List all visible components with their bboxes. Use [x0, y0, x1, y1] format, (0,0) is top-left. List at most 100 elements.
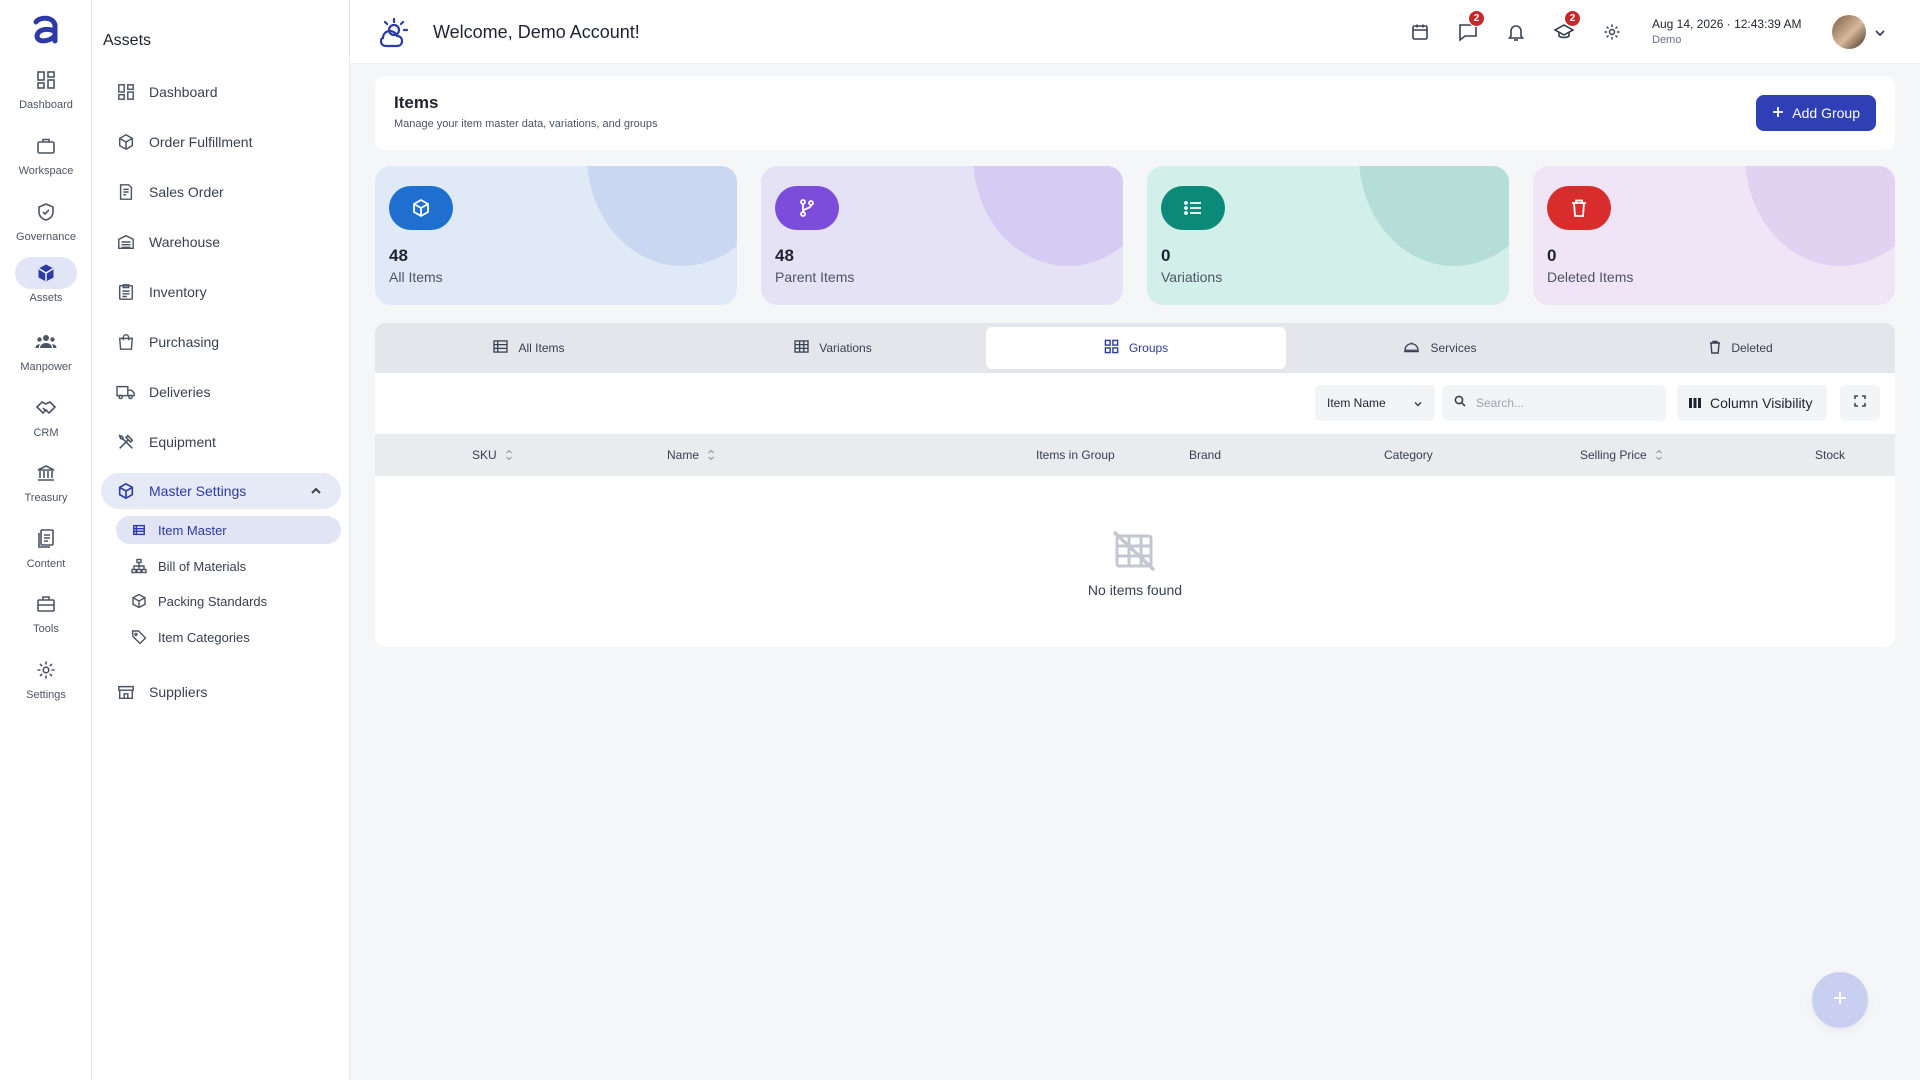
sidebar-item-deliveries[interactable]: Deliveries: [101, 374, 341, 410]
fullscreen-button[interactable]: [1840, 385, 1880, 421]
rail-item-treasury[interactable]: Treasury: [0, 457, 92, 504]
briefcase-icon: [15, 130, 77, 162]
page-title: Items: [394, 93, 439, 112]
stat-card-parent-items[interactable]: 48 Parent Items: [761, 166, 1123, 305]
sidebar-item-inventory[interactable]: Inventory: [101, 274, 341, 310]
app-logo[interactable]: [26, 10, 66, 50]
gear-icon: [15, 654, 77, 686]
floating-add-button[interactable]: [1812, 972, 1868, 1028]
messages-button[interactable]: 2: [1456, 10, 1485, 44]
tab-all-items[interactable]: All Items: [379, 327, 679, 369]
sidebar-item-order-fulfillment[interactable]: Order Fulfillment: [101, 124, 341, 160]
page-subtitle: Manage your item master data, variations…: [394, 118, 658, 130]
sidebar-item-equipment[interactable]: Equipment: [101, 424, 341, 460]
rail-item-dashboard[interactable]: Dashboard: [0, 64, 92, 111]
notifications-bell-icon[interactable]: [1504, 20, 1528, 44]
add-group-button[interactable]: Add Group: [1756, 95, 1876, 131]
sidebar-item-purchasing[interactable]: Purchasing: [101, 324, 341, 360]
sort-icon[interactable]: [1655, 448, 1663, 462]
sidebar-subitem-packing-standards[interactable]: Packing Standards: [116, 587, 341, 615]
column-header-name[interactable]: Name: [667, 434, 715, 476]
rail-item-crm[interactable]: CRM: [0, 392, 92, 439]
rail-item-tools[interactable]: Tools: [0, 588, 92, 635]
calendar-icon[interactable]: [1408, 20, 1432, 44]
sidebar-subitem-bill-of-materials[interactable]: Bill of Materials: [116, 552, 341, 580]
tab-deleted[interactable]: Deleted: [1591, 327, 1891, 369]
sidebar-item-label: Order Fulfillment: [149, 134, 253, 150]
hierarchy-icon: [130, 557, 148, 575]
chevron-down-icon[interactable]: [1874, 26, 1886, 44]
add-group-label: Add Group: [1792, 105, 1860, 121]
sidebar-subitem-label: Item Master: [158, 522, 227, 538]
column-header-sku[interactable]: SKU: [472, 434, 513, 476]
column-title: Category: [1384, 448, 1433, 462]
rail-item-workspace[interactable]: Workspace: [0, 130, 92, 177]
stat-value: 48: [389, 246, 408, 265]
sidebar-subitem-item-categories[interactable]: Item Categories: [116, 623, 341, 651]
package-icon: [130, 592, 148, 610]
column-visibility-button[interactable]: Column Visibility: [1677, 385, 1827, 421]
sidebar-item-label: Equipment: [149, 434, 216, 450]
column-title: SKU: [472, 448, 497, 462]
card-decoration: [1359, 166, 1509, 266]
tab-variations[interactable]: Variations: [683, 327, 983, 369]
column-header-items-in-group: Items in Group: [1036, 434, 1115, 476]
no-data-icon: [1111, 528, 1157, 579]
sidebar-item-master-settings[interactable]: Master Settings: [101, 473, 341, 509]
column-header-selling-price[interactable]: Selling Price: [1580, 434, 1663, 476]
card-decoration: [973, 166, 1123, 266]
stat-card-variations[interactable]: 0 Variations: [1147, 166, 1509, 305]
people-icon: [15, 326, 77, 358]
rail-item-governance[interactable]: Governance: [0, 196, 92, 243]
stat-card-all-items[interactable]: 48 All Items: [375, 166, 737, 305]
cube-icon: [15, 257, 77, 289]
sidebar-subitem-item-master[interactable]: Item Master: [116, 516, 341, 544]
stat-label: Parent Items: [775, 269, 855, 285]
tab-services[interactable]: Services: [1290, 327, 1590, 369]
sort-icon[interactable]: [707, 448, 715, 462]
rail-item-assets[interactable]: Assets: [0, 257, 92, 304]
rail-item-manpower[interactable]: Manpower: [0, 326, 92, 373]
trash-icon: [1547, 186, 1611, 230]
dashboard-grid-icon: [15, 64, 77, 96]
groups-table-card: Item Name Column Visibility SKU Name Ite…: [375, 373, 1895, 647]
filter-field-select[interactable]: Item Name: [1315, 385, 1435, 421]
sort-icon[interactable]: [505, 448, 513, 462]
search-icon: [1454, 394, 1466, 412]
stat-value: 48: [775, 246, 794, 265]
stat-card-deleted-items[interactable]: 0 Deleted Items: [1533, 166, 1895, 305]
sidebar-item-label: Warehouse: [149, 234, 221, 250]
sidebar-item-label: Master Settings: [149, 483, 247, 499]
tab-label: Variations: [819, 341, 872, 355]
sidebar-item-dashboard[interactable]: Dashboard: [101, 74, 341, 110]
list-table-icon: [130, 521, 148, 539]
plus-icon: [1832, 990, 1848, 1011]
toolbox-icon: [15, 588, 77, 620]
truck-icon: [115, 381, 137, 403]
sidebar-item-label: Purchasing: [149, 334, 220, 350]
rail-item-content[interactable]: Content: [0, 523, 92, 570]
avatar[interactable]: [1832, 15, 1866, 49]
courses-button[interactable]: 2: [1552, 10, 1581, 44]
gear-icon[interactable]: [1600, 20, 1624, 44]
sidebar-item-sales-order[interactable]: Sales Order: [101, 174, 341, 210]
rail-label: Treasury: [24, 492, 68, 504]
search-box: [1442, 385, 1666, 421]
handshake-icon: [15, 392, 77, 424]
sidebar-item-warehouse[interactable]: Warehouse: [101, 224, 341, 260]
search-input[interactable]: [1476, 396, 1656, 410]
tab-label: Groups: [1128, 341, 1169, 355]
dashboard-grid-icon: [115, 81, 137, 103]
rail-item-settings[interactable]: Settings: [0, 654, 92, 701]
sidebar-item-label: Sales Order: [149, 184, 224, 200]
item-tabs: All Items Variations Groups Services Del…: [375, 323, 1895, 373]
sidebar-subitem-label: Packing Standards: [158, 593, 268, 609]
warehouse-icon: [115, 231, 137, 253]
stat-label: Variations: [1161, 269, 1223, 285]
chevron-up-icon[interactable]: [309, 484, 323, 503]
stat-label: Deleted Items: [1547, 269, 1634, 285]
tab-groups[interactable]: Groups: [986, 327, 1286, 369]
column-visibility-label: Column Visibility: [1710, 395, 1813, 411]
box-icon: [115, 131, 137, 153]
sidebar-item-suppliers[interactable]: Suppliers: [101, 674, 341, 710]
